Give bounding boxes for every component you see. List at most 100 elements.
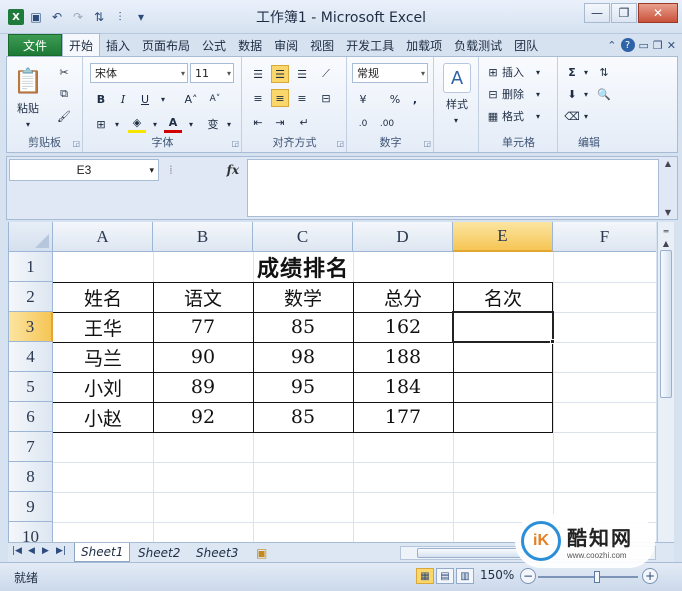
delete-cells-button[interactable]: 删除: [502, 85, 524, 103]
vertical-scroll-thumb[interactable]: [660, 250, 672, 398]
clear-dropdown-icon[interactable]: ▾: [577, 107, 595, 125]
row-header-3[interactable]: 3: [9, 312, 53, 342]
format-painter-icon[interactable]: 🖌: [55, 107, 73, 125]
align-center-icon[interactable]: ≡: [271, 89, 289, 107]
tab-formulas[interactable]: 公式: [196, 34, 232, 56]
table-cell[interactable]: 90: [153, 342, 253, 372]
format-dropdown-icon[interactable]: ▾: [536, 107, 540, 125]
row-header-7[interactable]: 7: [9, 432, 53, 462]
format-cells-button[interactable]: 格式: [502, 107, 524, 125]
formula-splitter-icon[interactable]: ⁞: [169, 163, 173, 177]
header-cell-rank[interactable]: 名次: [453, 282, 553, 312]
last-sheet-icon[interactable]: ▶|: [56, 546, 66, 556]
chevron-up-icon[interactable]: ▲: [665, 159, 671, 168]
row-header-8[interactable]: 8: [9, 462, 53, 492]
bold-button[interactable]: B: [92, 90, 110, 108]
align-bottom-icon[interactable]: ☰: [293, 65, 311, 83]
grow-font-button[interactable]: A˄: [180, 90, 202, 108]
header-cell-chinese[interactable]: 语文: [153, 282, 253, 312]
formula-input[interactable]: [247, 159, 659, 217]
minimize-button[interactable]: —: [584, 3, 610, 23]
tab-insert[interactable]: 插入: [100, 34, 136, 56]
currency-icon[interactable]: ¥: [354, 90, 372, 108]
fill-color-icon[interactable]: ◈: [128, 115, 146, 133]
chevron-down-icon[interactable]: ▼: [665, 208, 671, 217]
table-title-cell[interactable]: 成绩排名: [53, 252, 553, 282]
column-header-C[interactable]: C: [253, 222, 353, 252]
table-cell[interactable]: [453, 372, 553, 402]
fill-handle[interactable]: [550, 339, 555, 344]
styles-icon[interactable]: A: [443, 63, 471, 93]
paste-dropdown-icon[interactable]: ▾: [19, 119, 37, 129]
font-size-combo[interactable]: 11 ▾: [190, 63, 234, 83]
delete-dropdown-icon[interactable]: ▾: [536, 85, 540, 103]
doc-close-icon[interactable]: ✕: [667, 39, 676, 52]
table-cell[interactable]: 小赵: [53, 402, 153, 432]
decrease-decimal-icon[interactable]: .00: [378, 115, 396, 133]
normal-view-icon[interactable]: ▦: [416, 568, 434, 584]
find-select-icon[interactable]: 🔍: [595, 85, 613, 103]
tab-home[interactable]: 开始: [62, 33, 101, 56]
restore-button[interactable]: ❐: [611, 3, 637, 23]
insert-cells-button[interactable]: 插入: [502, 63, 524, 81]
tab-load-test[interactable]: 负载测试: [448, 34, 508, 56]
align-right-icon[interactable]: ≡: [293, 89, 311, 107]
row-header-10[interactable]: 10: [9, 522, 53, 542]
column-header-E[interactable]: E: [453, 222, 553, 252]
help-icon[interactable]: ?: [620, 38, 635, 52]
underline-dropdown-icon[interactable]: ▾: [154, 90, 172, 108]
styles-button[interactable]: 样式: [437, 97, 477, 111]
table-cell[interactable]: 95: [253, 372, 353, 402]
italic-button[interactable]: I: [114, 90, 132, 108]
active-cell-E3[interactable]: [452, 311, 554, 343]
row-header-6[interactable]: 6: [9, 402, 53, 432]
column-header-F[interactable]: F: [553, 222, 656, 252]
table-cell[interactable]: [453, 342, 553, 372]
column-header-D[interactable]: D: [353, 222, 453, 252]
table-cell[interactable]: 小刘: [53, 372, 153, 402]
decrease-indent-icon[interactable]: ⇤: [249, 113, 267, 131]
paste-icon[interactable]: 📋: [13, 63, 43, 99]
row-header-4[interactable]: 4: [9, 342, 53, 372]
sheet-tab-3[interactable]: Sheet3: [190, 543, 244, 562]
paste-button[interactable]: 粘贴: [9, 101, 47, 115]
copy-icon[interactable]: ⧉: [55, 85, 73, 103]
tab-page-layout[interactable]: 页面布局: [136, 34, 196, 56]
table-cell[interactable]: 92: [153, 402, 253, 432]
row-header-5[interactable]: 5: [9, 372, 53, 402]
sort-filter-icon[interactable]: ⇅: [595, 63, 613, 81]
table-cell[interactable]: 177: [353, 402, 453, 432]
prev-sheet-icon[interactable]: ◀: [28, 546, 35, 556]
comma-button[interactable]: ,: [406, 90, 424, 108]
row-header-1[interactable]: 1: [9, 252, 53, 282]
zoom-slider-knob[interactable]: [594, 571, 600, 583]
number-format-combo[interactable]: 常规 ▾: [352, 63, 428, 83]
increase-decimal-icon[interactable]: .0: [354, 115, 372, 133]
column-header-A[interactable]: A: [53, 222, 153, 252]
row-header-2[interactable]: 2: [9, 282, 53, 312]
sheet-tab-1[interactable]: Sheet1: [74, 543, 131, 562]
sheet-tab-2[interactable]: Sheet2: [132, 543, 186, 562]
autosum-dropdown-icon[interactable]: ▾: [577, 63, 595, 81]
name-box[interactable]: E3 ▾: [9, 159, 159, 181]
doc-restore-icon[interactable]: ❐: [653, 39, 663, 52]
number-launcher-icon[interactable]: ◲: [423, 139, 431, 148]
tab-add-ins[interactable]: 加载项: [400, 34, 448, 56]
first-sheet-icon[interactable]: |◀: [12, 546, 22, 556]
zoom-in-icon[interactable]: +: [642, 568, 658, 584]
file-tab[interactable]: 文件: [8, 34, 62, 56]
column-header-B[interactable]: B: [153, 222, 253, 252]
row-header-9[interactable]: 9: [9, 492, 53, 522]
header-cell-name[interactable]: 姓名: [53, 282, 153, 312]
table-cell[interactable]: 85: [253, 402, 353, 432]
page-break-view-icon[interactable]: ▥: [456, 568, 474, 584]
underline-button[interactable]: U: [136, 90, 154, 108]
table-cell[interactable]: 184: [353, 372, 453, 402]
formula-bar-scroll[interactable]: ▲ ▼: [661, 159, 675, 217]
header-cell-total[interactable]: 总分: [353, 282, 453, 312]
merge-center-icon[interactable]: ⊟: [317, 89, 335, 107]
next-sheet-icon[interactable]: ▶: [42, 546, 49, 556]
table-cell[interactable]: 98: [253, 342, 353, 372]
scroll-up-icon[interactable]: ▲: [659, 236, 673, 250]
fill-dropdown-icon[interactable]: ▾: [577, 85, 595, 103]
